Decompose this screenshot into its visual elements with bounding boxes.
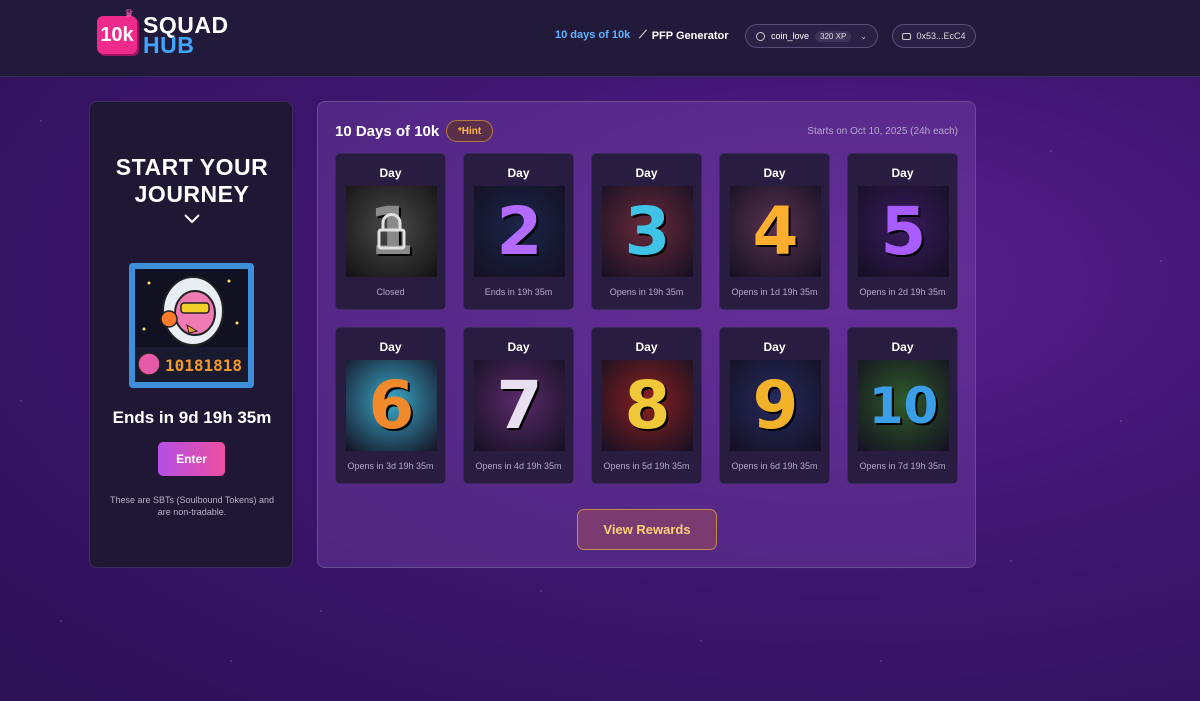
astronaut-nft-art: 10181818 [129, 263, 254, 388]
day-status: Opens in 19h 35m [609, 287, 684, 297]
day-number: 9 [752, 366, 799, 444]
day-label: Day [635, 166, 658, 180]
start-date-info: Starts on Oct 10, 2025 (24h each) [807, 126, 958, 137]
logo-line-2: HUB [143, 32, 195, 58]
logo-badge: ♛ 10k [97, 8, 137, 54]
logo-wordmark: SQUAD HUB [143, 14, 229, 58]
day-artwork: 2 [474, 186, 565, 277]
ten-days-panel: 10 Days of 10k *Hint Starts on Oct 10, 2… [317, 101, 976, 568]
lock-icon [377, 213, 406, 250]
day-status: Opens in 4d 19h 35m [475, 461, 562, 471]
day-status: Opens in 7d 19h 35m [859, 461, 946, 471]
day-label: Day [891, 340, 914, 354]
journey-card: START YOUR JOURNEY 10181818 Ends in 9d 1… [89, 101, 293, 568]
day-card-1[interactable]: Day 1 Closed [335, 153, 446, 310]
journey-title: START YOUR JOURNEY [90, 154, 294, 208]
day-artwork: 7 [474, 360, 565, 451]
day-card-4[interactable]: Day 4 Opens in 1d 19h 35m [719, 153, 830, 310]
day-artwork: 6 [346, 360, 437, 451]
chevron-down-icon: ⌄ [860, 31, 867, 41]
day-number: 2 [496, 192, 543, 270]
user-menu-button[interactable]: coin_love 320 XP ⌄ [745, 24, 878, 48]
journey-title-line-1: START YOUR [115, 154, 269, 180]
day-card-5[interactable]: Day 5 Opens in 2d 19h 35m [847, 153, 958, 310]
wallet-address: 0x53...EcC4 [916, 31, 966, 41]
day-card-3[interactable]: Day 3 Opens in 19h 35m [591, 153, 702, 310]
day-card-7[interactable]: Day 7 Opens in 4d 19h 35m [463, 327, 574, 484]
day-card-6[interactable]: Day 6 Opens in 3d 19h 35m [335, 327, 446, 484]
chevron-down-icon [184, 214, 200, 224]
day-artwork: 9 [730, 360, 821, 451]
day-status: Opens in 1d 19h 35m [731, 287, 818, 297]
day-label: Day [763, 166, 786, 180]
day-card-2[interactable]: Day 2 Ends in 19h 35m [463, 153, 574, 310]
user-icon [756, 31, 765, 41]
day-number: 7 [496, 366, 543, 444]
day-number: 8 [624, 366, 671, 444]
sbt-disclaimer: These are SBTs (Soulbound Tokens) and ar… [110, 495, 274, 517]
day-artwork: 8 [602, 360, 693, 451]
view-rewards-button[interactable]: View Rewards [577, 509, 717, 550]
day-label: Day [763, 340, 786, 354]
squad-hub-logo[interactable]: ♛ 10k SQUAD HUB [97, 8, 229, 58]
panel-title: 10 Days of 10k [335, 123, 440, 140]
day-number: 10 [868, 376, 939, 435]
day-artwork: 5 [858, 186, 949, 277]
nav-link-10-days[interactable]: 10 days of 10k [555, 29, 630, 41]
day-status: Opens in 2d 19h 35m [859, 287, 946, 297]
day-label: Day [507, 166, 530, 180]
day-card-9[interactable]: Day 9 Opens in 6d 19h 35m [719, 327, 830, 484]
username: coin_love [771, 31, 810, 41]
day-artwork: 1 [346, 186, 437, 277]
day-status: Opens in 3d 19h 35m [347, 461, 434, 471]
day-number: 6 [368, 366, 415, 444]
top-navigation-bar: ♛ 10k SQUAD HUB 10 days of 10k ⟋ PFP Gen… [0, 0, 1200, 77]
nav-link-pfp-generator[interactable]: ⟋ PFP Generator [639, 29, 729, 42]
day-label: Day [507, 340, 530, 354]
xp-badge: 320 XP [815, 30, 852, 42]
hint-button[interactable]: *Hint [446, 120, 493, 142]
enter-button[interactable]: Enter [158, 442, 225, 476]
day-artwork: 3 [602, 186, 693, 277]
day-card-8[interactable]: Day 8 Opens in 5d 19h 35m [591, 327, 702, 484]
day-number: 4 [752, 192, 799, 270]
day-label: Day [635, 340, 658, 354]
magic-wand-icon: ⟋ [639, 29, 647, 41]
day-label: Day [891, 166, 914, 180]
journey-ends-countdown: Ends in 9d 19h 35m [112, 408, 272, 427]
day-number: 5 [880, 192, 927, 270]
wallet-icon [902, 32, 912, 40]
day-status: Opens in 5d 19h 35m [603, 461, 690, 471]
nft-preview-image: 10181818 [129, 263, 254, 388]
day-status: Closed [376, 287, 405, 297]
nav-pfp-label: PFP Generator [651, 29, 729, 42]
day-number: 3 [624, 192, 671, 270]
day-artwork: 4 [730, 186, 821, 277]
journey-title-line-2: JOURNEY [134, 181, 250, 207]
logo-badge-text: 10k [100, 23, 134, 46]
day-status: Opens in 6d 19h 35m [731, 461, 818, 471]
nft-tile-digits: 10181818 [165, 356, 242, 375]
day-label: Day [379, 166, 402, 180]
wallet-button[interactable]: 0x53...EcC4 [892, 24, 976, 48]
day-status: Ends in 19h 35m [484, 287, 553, 297]
day-artwork: 10 [858, 360, 949, 451]
crown-icon: ♛ [124, 8, 134, 20]
day-label: Day [379, 340, 402, 354]
day-card-10[interactable]: Day 10 Opens in 7d 19h 35m [847, 327, 958, 484]
